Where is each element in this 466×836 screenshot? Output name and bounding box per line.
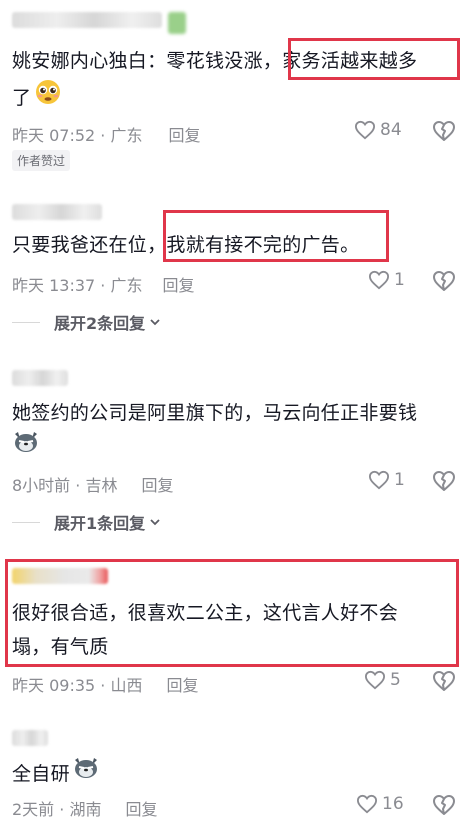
comment-meta: 昨天 09:35 · 山西 回复 [12,672,198,696]
broken-heart-icon [433,471,455,491]
comment-text: 她签约的公司是阿里旗下的，马云向任正非要钱 [12,396,452,465]
comment-meta: 昨天 07:52 · 广东 回复 [12,122,200,146]
pleading-face-icon [34,78,62,117]
reply-button[interactable]: 回复 [168,122,200,146]
dislike-button[interactable] [432,470,456,496]
highlight-box [288,38,460,80]
comment-text-line: 她签约的公司是阿里旗下的，马云向任正非要钱 [12,402,418,424]
heart-icon [356,794,378,814]
comment-text: 全自研 [12,756,452,791]
highlight-box [5,559,459,667]
smirking-dog-face-icon [12,430,40,465]
like-count: 1 [394,270,405,290]
username-blurred[interactable] [12,370,68,386]
time-location: 昨天 09:35 · 山西 [12,676,143,695]
expand-replies-button[interactable]: 展开2条回复 [12,310,161,334]
time-location: 2天前 · 湖南 [12,800,102,819]
divider [12,521,40,523]
expand-replies-button[interactable]: 展开1条回复 [12,510,161,534]
reply-button[interactable]: 回复 [162,272,194,296]
like-count: 16 [382,794,404,814]
like-button[interactable]: 1 [368,470,405,490]
comment-text-line: 全自研 [12,762,70,785]
smirking-dog-face-icon [72,756,100,791]
dislike-button[interactable] [432,670,456,696]
heart-icon [354,120,376,140]
heart-icon [368,470,390,490]
like-count: 1 [394,470,405,490]
time-location: 昨天 13:37 · 广东 [12,276,143,295]
username-blurred[interactable] [12,12,162,28]
broken-heart-icon [433,671,455,691]
broken-heart-icon [433,271,455,291]
heart-icon [364,670,386,690]
divider [12,321,40,323]
chevron-down-icon [150,519,160,526]
time-location: 昨天 07:52 · 广东 [12,126,143,145]
comment-meta: 2天前 · 湖南 回复 [12,796,157,820]
like-button[interactable]: 5 [364,670,401,690]
heart-icon [368,270,390,290]
like-button[interactable]: 1 [368,270,405,290]
comment-meta: 昨天 13:37 · 广东 回复 [12,272,194,296]
like-button[interactable]: 84 [354,120,402,140]
reply-button[interactable]: 回复 [166,672,198,696]
dislike-button[interactable] [432,120,456,146]
expand-replies-label: 展开2条回复 [54,314,146,333]
broken-heart-icon [433,121,455,141]
username-blurred[interactable] [12,204,102,220]
author-liked-badge: 作者赞过 [12,150,71,171]
reply-button[interactable]: 回复 [125,796,157,820]
broken-heart-icon [433,795,455,815]
username-blurred[interactable] [12,730,48,746]
like-button[interactable]: 16 [356,794,404,814]
like-count: 5 [390,670,401,690]
expand-replies-label: 展开1条回复 [54,514,146,533]
comment-meta: 8小时前 · 吉林 回复 [12,472,173,496]
dislike-button[interactable] [432,270,456,296]
highlight-box [163,210,389,262]
dislike-button[interactable] [432,794,456,820]
time-location: 8小时前 · 吉林 [12,476,118,495]
chevron-down-icon [150,319,160,326]
comment-text-line: 了 [12,86,32,109]
user-badge-icon [168,12,186,34]
reply-button[interactable]: 回复 [141,472,173,496]
like-count: 84 [380,120,402,140]
